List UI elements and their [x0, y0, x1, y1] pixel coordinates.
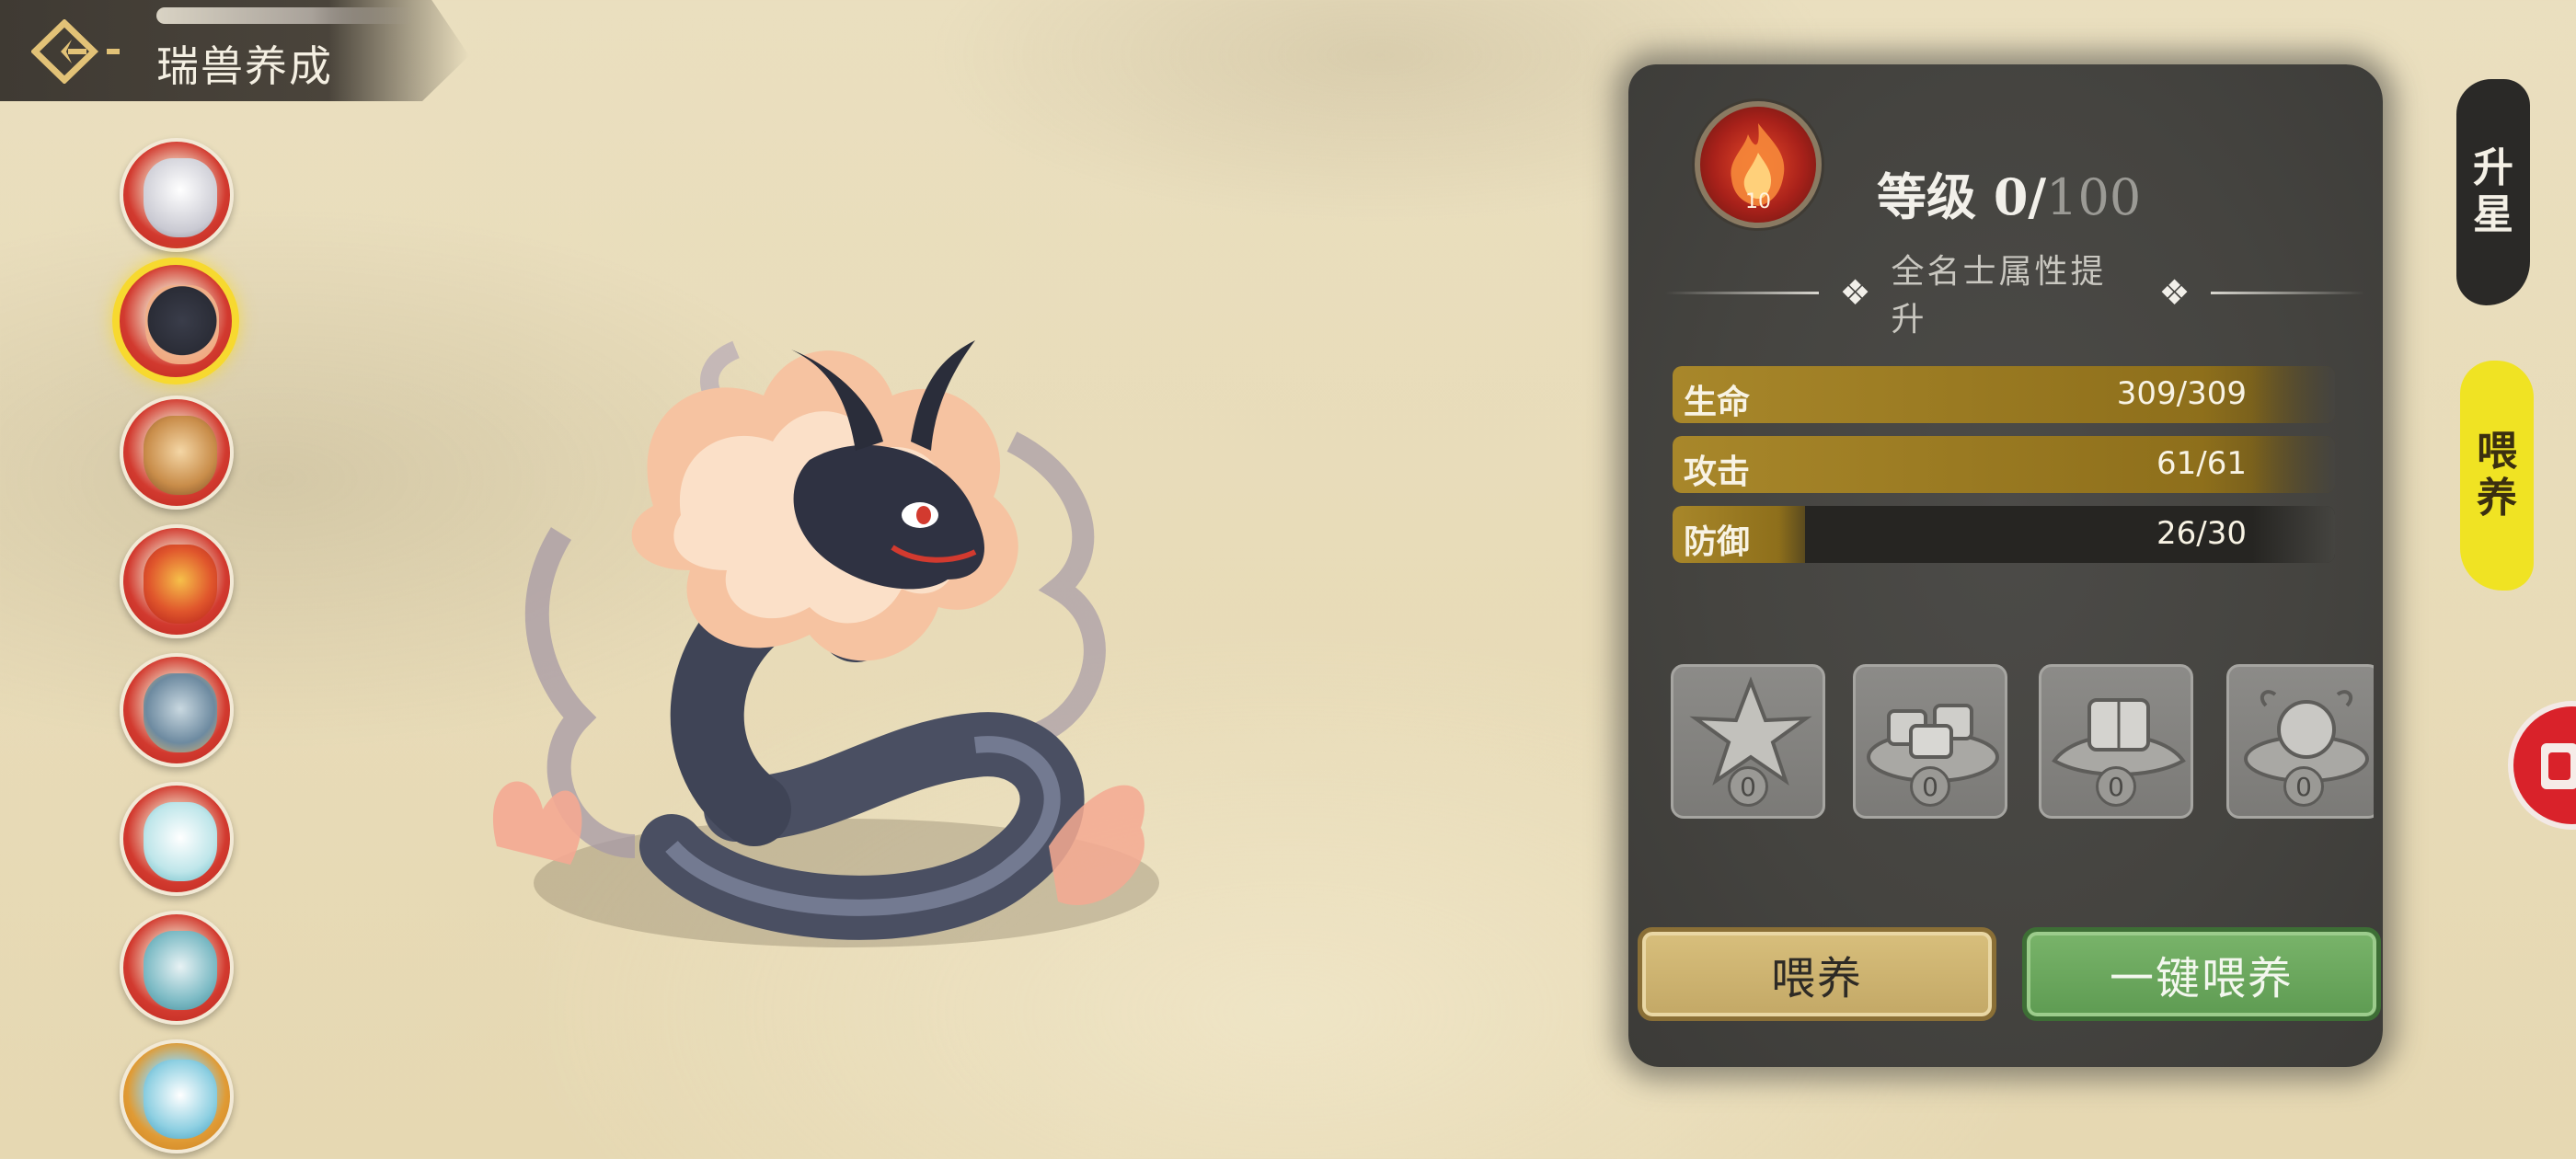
stat-bar-attack: 攻击 61/61 — [1673, 436, 2335, 493]
stat-fade — [2252, 436, 2335, 493]
beast-white-tiger-icon[interactable] — [120, 138, 234, 252]
tab-label-char: 喂 — [2477, 428, 2517, 476]
header-decoration — [156, 7, 414, 24]
item-slot-star-stone[interactable]: 0 — [1671, 664, 1825, 819]
stat-label: 攻击 — [1684, 453, 1751, 491]
divider-left — [1665, 291, 1820, 294]
item-slot-tofu-plate[interactable]: 0 — [1853, 664, 2007, 819]
beast-white-crane-icon[interactable] — [120, 782, 234, 896]
stat-label: 防御 — [1684, 522, 1751, 561]
side-event-icon[interactable] — [2508, 701, 2576, 830]
tab-label-char: 升 — [2473, 144, 2513, 192]
feed-button[interactable]: 喂养 — [1638, 927, 1996, 1021]
item-row-overflow: 0 — [2226, 658, 2374, 823]
level-prefix: 等级 — [1877, 167, 1994, 226]
stat-value: 26/30 — [2156, 515, 2247, 552]
beast-phoenix-icon[interactable] — [120, 524, 234, 638]
diamond-ornament-icon: ❖ — [1839, 272, 1871, 313]
attribute-subtitle: ❖ 全名士属性提升 ❖ — [1665, 253, 2364, 339]
stat-fade — [2252, 506, 2335, 563]
level-separator: / — [2028, 167, 2047, 226]
dragon-character-art — [492, 340, 1159, 947]
feed-all-button[interactable]: 一键喂养 — [2022, 927, 2381, 1021]
beast-golden-qilin-icon[interactable] — [120, 1039, 234, 1153]
back-button[interactable] — [31, 15, 132, 88]
level-text: 等级 0/100 — [1877, 156, 2141, 229]
back-arrow-icon — [31, 19, 120, 84]
item-count: 0 — [2283, 766, 2324, 807]
stat-bar-defense: 防御 26/30 — [1673, 506, 2335, 563]
red-seal-icon — [2541, 743, 2576, 789]
page-title: 瑞兽养成 — [156, 41, 333, 91]
item-slot-cake-leaf[interactable]: 0 — [2039, 664, 2193, 819]
stat-bar-hp: 生命 309/309 — [1673, 366, 2335, 423]
beast-lion-icon[interactable] — [120, 396, 234, 510]
item-count: 0 — [1910, 766, 1950, 807]
diamond-ornament-icon: ❖ — [2158, 272, 2191, 313]
beast-level-badge: 10 — [1695, 101, 1822, 228]
subtitle-text: 全名士属性提升 — [1891, 253, 2107, 339]
stat-value: 61/61 — [2156, 445, 2247, 482]
beast-list — [0, 129, 239, 1159]
tab-label-char: 养 — [2477, 475, 2517, 522]
item-slot-dumpling-plate[interactable]: 0 — [2226, 664, 2374, 819]
level-current: 0 — [1993, 167, 2029, 226]
level-max: 100 — [2046, 168, 2142, 226]
stat-fade — [2252, 366, 2335, 423]
tab-star-up[interactable]: 升 星 — [2456, 79, 2530, 305]
item-count: 0 — [1728, 766, 1768, 807]
item-count: 0 — [2096, 766, 2136, 807]
tab-label-char: 星 — [2473, 191, 2513, 238]
badge-number: 10 — [1745, 190, 1771, 213]
stat-label: 生命 — [1684, 383, 1751, 421]
stat-value: 309/309 — [2116, 375, 2247, 412]
divider-right — [2210, 291, 2364, 294]
beast-azure-dragon-icon[interactable] — [120, 653, 234, 767]
tab-feed[interactable]: 喂 养 — [2460, 361, 2534, 591]
beast-teal-dragon-icon[interactable] — [120, 911, 234, 1025]
beast-black-dragon-icon[interactable] — [112, 258, 239, 384]
